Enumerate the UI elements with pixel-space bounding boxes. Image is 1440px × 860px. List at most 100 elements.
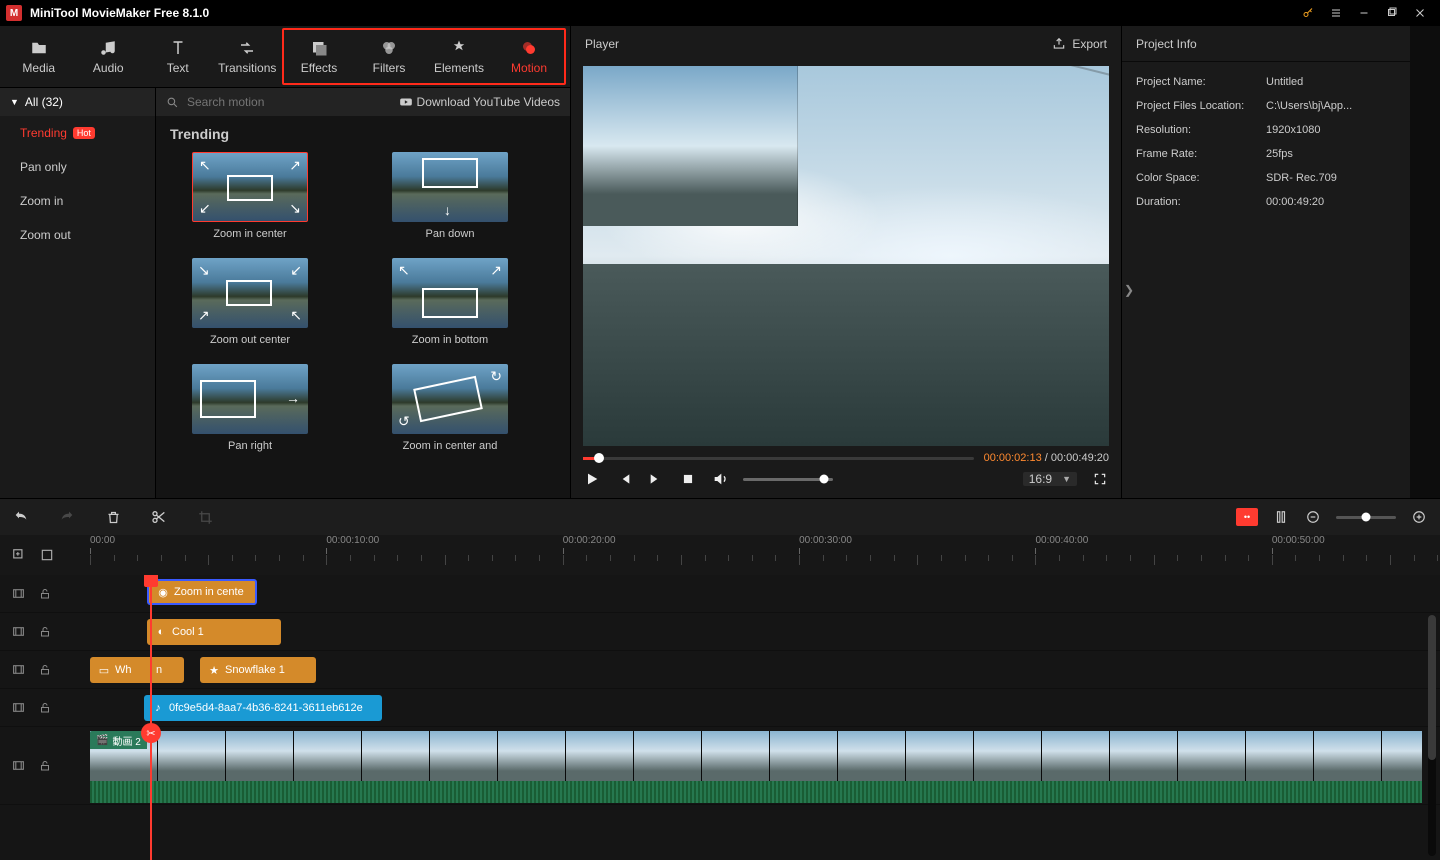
- key-icon[interactable]: [1294, 0, 1322, 26]
- fullscreen-button[interactable]: [1091, 470, 1109, 488]
- split-button[interactable]: [150, 508, 168, 526]
- content-header: Download YouTube Videos: [156, 88, 570, 116]
- volume-icon[interactable]: [711, 470, 729, 488]
- motion-thumb: ↘↙↗↖: [192, 258, 308, 328]
- play-button[interactable]: [583, 470, 601, 488]
- undo-button[interactable]: [12, 508, 30, 526]
- zoom-out-button[interactable]: [1304, 508, 1322, 526]
- volume-slider[interactable]: [743, 478, 833, 481]
- sidebar-header[interactable]: ▼ All (32): [0, 88, 155, 116]
- clip-element[interactable]: ★ Snowflake 1: [200, 657, 316, 683]
- video-track-icon: [12, 701, 25, 714]
- magnet-button[interactable]: [1272, 508, 1290, 526]
- tab-media[interactable]: Media: [4, 26, 74, 87]
- unlock-icon[interactable]: [39, 760, 51, 772]
- motion-thumb: ↻↺: [392, 364, 508, 434]
- track-options-icon[interactable]: [40, 548, 54, 562]
- chevron-down-icon: ▼: [10, 97, 19, 107]
- unlock-icon[interactable]: [39, 664, 51, 676]
- hot-badge: Hot: [73, 127, 95, 139]
- menu-icon[interactable]: [1322, 0, 1350, 26]
- sidebar-item-zoom-out[interactable]: Zoom out: [0, 218, 155, 252]
- effects-icon: ▭: [98, 664, 110, 676]
- seek-bar[interactable]: [583, 457, 974, 460]
- video-track-icon: [12, 625, 25, 638]
- time-display: 00:00:02:13 / 00:00:49:20: [984, 452, 1109, 464]
- search-input[interactable]: [187, 95, 391, 109]
- add-track-icon[interactable]: [12, 548, 26, 562]
- clip-motion[interactable]: ◉ Zoom in cente: [147, 579, 257, 605]
- info-row: Color Space:SDR- Rec.709: [1122, 166, 1410, 190]
- video-track-icon: [12, 587, 25, 600]
- tab-text[interactable]: Text: [143, 26, 213, 87]
- timeline-scrollbar[interactable]: [1428, 615, 1436, 856]
- minimize-button[interactable]: [1350, 0, 1378, 26]
- film-icon: 🎬: [96, 735, 108, 746]
- info-row: Project Name:Untitled: [1122, 70, 1410, 94]
- motion-item[interactable]: →Pan right: [170, 364, 330, 452]
- motion-item[interactable]: ↖↗↙↘Zoom in center: [170, 152, 330, 240]
- filters-icon: [380, 39, 398, 57]
- effects-icon: [310, 39, 328, 57]
- filters-icon: ◐: [155, 626, 167, 638]
- playhead[interactable]: ✂: [150, 575, 152, 860]
- elements-icon: [450, 39, 468, 57]
- clip-audio[interactable]: ♪ 0fc9e5d4-8aa7-4b36-8241-3611eb612e: [144, 695, 382, 721]
- stop-button[interactable]: [679, 470, 697, 488]
- maximize-button[interactable]: [1378, 0, 1406, 26]
- info-row: Resolution:1920x1080: [1122, 118, 1410, 142]
- export-button[interactable]: Export: [1052, 37, 1107, 51]
- video-clip-label[interactable]: 🎬 動画 2: [90, 731, 147, 749]
- star-icon: ★: [208, 664, 220, 676]
- next-frame-button[interactable]: [647, 470, 665, 488]
- info-row: Duration:00:00:49:20: [1122, 190, 1410, 214]
- close-button[interactable]: [1406, 0, 1434, 26]
- time-ruler[interactable]: 00:0000:00:10:0000:00:20:0000:00:30:0000…: [90, 535, 1422, 575]
- motion-item[interactable]: ↖↗Zoom in bottom: [370, 258, 530, 346]
- category-sidebar: ▼ All (32) TrendingHotPan onlyZoom inZoo…: [0, 88, 156, 498]
- prev-frame-button[interactable]: [615, 470, 633, 488]
- chevron-down-icon: ▼: [1062, 474, 1071, 484]
- video-track-icon: [12, 663, 25, 676]
- unlock-icon[interactable]: [39, 588, 51, 600]
- clip-filter[interactable]: ◐ Cool 1: [147, 619, 281, 645]
- motion-item[interactable]: ↓Pan down: [370, 152, 530, 240]
- video-clip[interactable]: [90, 731, 1422, 781]
- video-preview[interactable]: [583, 66, 1109, 446]
- primary-tabs: Media Audio Text Transitions Effects: [0, 26, 570, 88]
- folder-icon: [30, 39, 48, 57]
- info-title: Project Info: [1122, 26, 1410, 62]
- collapse-info-button[interactable]: ❯: [1122, 270, 1136, 310]
- tab-highlight-box: Effects Filters Elements Motion: [282, 28, 566, 85]
- youtube-icon: [399, 95, 413, 109]
- audio-waveform: [90, 781, 1422, 803]
- motion-item[interactable]: ↻↺Zoom in center and: [370, 364, 530, 452]
- sidebar-item-zoom-in[interactable]: Zoom in: [0, 184, 155, 218]
- download-youtube-link[interactable]: Download YouTube Videos: [399, 95, 560, 109]
- zoom-slider[interactable]: [1336, 516, 1396, 519]
- tab-elements[interactable]: Elements: [424, 30, 494, 83]
- titlebar: M MiniTool MovieMaker Free 8.1.0: [0, 0, 1440, 26]
- tab-filters[interactable]: Filters: [354, 30, 424, 83]
- music-icon: [99, 39, 117, 57]
- marker-button[interactable]: ••: [1236, 508, 1258, 526]
- scissors-icon[interactable]: ✂: [141, 723, 161, 743]
- tab-effects[interactable]: Effects: [284, 30, 354, 83]
- delete-button[interactable]: [104, 508, 122, 526]
- player-title: Player: [585, 37, 619, 51]
- zoom-in-button[interactable]: [1410, 508, 1428, 526]
- motion-item[interactable]: ↘↙↗↖Zoom out center: [170, 258, 330, 346]
- sidebar-item-pan-only[interactable]: Pan only: [0, 150, 155, 184]
- tab-motion[interactable]: Motion: [494, 30, 564, 83]
- crop-button[interactable]: [196, 508, 214, 526]
- app-title: MiniTool MovieMaker Free 8.1.0: [30, 6, 209, 20]
- video-track-icon: [12, 759, 25, 772]
- aspect-select[interactable]: 16:9 ▼: [1023, 472, 1077, 486]
- tab-audio[interactable]: Audio: [74, 26, 144, 87]
- redo-button[interactable]: [58, 508, 76, 526]
- unlock-icon[interactable]: [39, 626, 51, 638]
- unlock-icon[interactable]: [39, 702, 51, 714]
- clip-transition-1b[interactable]: n: [150, 657, 184, 683]
- tab-transitions[interactable]: Transitions: [213, 26, 283, 87]
- sidebar-item-trending[interactable]: TrendingHot: [0, 116, 155, 150]
